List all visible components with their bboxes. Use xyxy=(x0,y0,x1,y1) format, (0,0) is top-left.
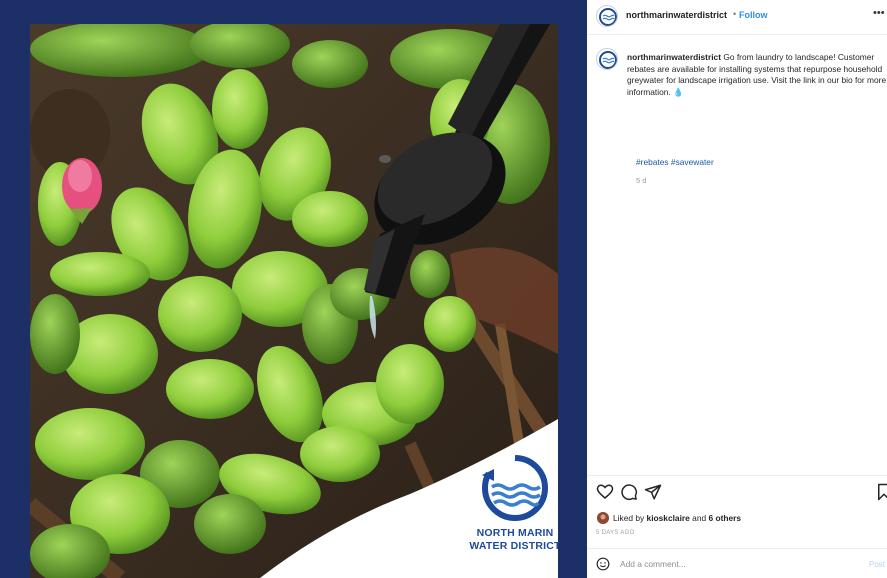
post-comment-button[interactable]: Post xyxy=(869,560,885,569)
district-logo-text: NORTH MARIN WATER DISTRICT xyxy=(465,527,565,553)
comment-icon[interactable] xyxy=(620,483,638,501)
post-sidebar: northmarinwaterdistrict • Follow ••• nor… xyxy=(587,0,887,578)
actions-divider xyxy=(587,475,887,476)
more-horizontal-icon[interactable]: ••• xyxy=(873,7,885,19)
logo-line-1: NORTH MARIN xyxy=(476,527,554,539)
logo-line-2: WATER DISTRICT xyxy=(469,540,561,552)
caption-username[interactable]: northmarinwaterdistrict xyxy=(627,52,721,62)
likes-text: Liked by kioskclaire and 6 others xyxy=(613,513,741,523)
separator-dot: • xyxy=(733,9,737,19)
likes-prefix: Liked by xyxy=(613,513,645,523)
avatar-logo-icon xyxy=(599,51,617,69)
header-username[interactable]: northmarinwaterdistrict xyxy=(626,10,727,20)
post-age: 5 DAYS AGO xyxy=(596,530,635,536)
instagram-post: NORTH MARIN WATER DISTRICT northmarinwat… xyxy=(0,0,887,578)
caption-avatar[interactable] xyxy=(596,48,618,70)
avatar[interactable] xyxy=(596,5,618,27)
post-header: northmarinwaterdistrict • Follow ••• xyxy=(587,0,887,32)
post-media[interactable]: NORTH MARIN WATER DISTRICT xyxy=(0,0,587,578)
likes-others[interactable]: 6 others xyxy=(708,513,741,523)
liker-avatar[interactable] xyxy=(597,512,609,524)
comment-input[interactable] xyxy=(620,556,850,572)
comment-divider xyxy=(587,548,887,549)
likes-user[interactable]: kioskclaire xyxy=(647,513,690,523)
liker-avatar-icon xyxy=(597,512,609,524)
bookmark-icon[interactable] xyxy=(875,483,887,501)
likes-and: and xyxy=(692,513,707,523)
share-icon[interactable] xyxy=(644,483,662,501)
heart-icon[interactable] xyxy=(596,483,614,501)
action-bar xyxy=(587,483,887,503)
header-divider xyxy=(587,34,887,35)
emoji-icon[interactable] xyxy=(596,557,610,571)
follow-button[interactable]: Follow xyxy=(739,10,768,20)
avatar-logo-icon xyxy=(599,8,617,26)
caption-text: northmarinwaterdistrict Go from laundry … xyxy=(627,52,887,98)
comment-bar: Post xyxy=(587,553,887,578)
caption-hashtags[interactable]: #rebates #savewater xyxy=(636,157,714,167)
caption-age: 5 d xyxy=(636,176,647,185)
likes-line: Liked by kioskclaire and 6 others xyxy=(597,511,877,525)
